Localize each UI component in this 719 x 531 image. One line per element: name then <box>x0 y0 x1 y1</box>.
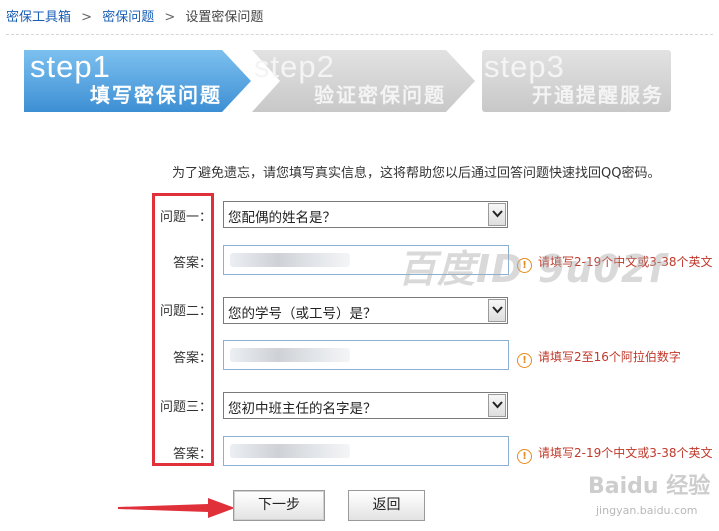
step-3-number: step3 <box>484 49 565 84</box>
step-1-title: 填写密保问题 <box>90 83 222 107</box>
blurred-answer <box>230 348 350 362</box>
question-3-selected-value: 您初中班主任的名字是？ <box>228 401 377 417</box>
question-3-select[interactable]: 您初中班主任的名字是？ <box>223 392 508 419</box>
warning-icon: ! <box>517 449 532 464</box>
back-button[interactable]: 返回 <box>348 490 425 521</box>
answer-2-label: 答案： <box>172 351 212 366</box>
baidu-jingyan-url: jingyan.baidu.com <box>596 504 698 517</box>
watermark: 百度ID 9u02f <box>398 247 666 291</box>
blurred-answer <box>230 444 350 458</box>
answer-1-label: 答案： <box>172 256 212 271</box>
highlight-box <box>152 193 214 466</box>
warning-icon: ! <box>517 353 532 368</box>
blurred-answer <box>230 253 350 267</box>
answer-2-hint-text: 请填写2至16个阿拉伯数字 <box>538 350 681 364</box>
answer-3-input[interactable] <box>223 436 509 466</box>
question-2-label: 问题二： <box>159 304 212 319</box>
step-1: step1 填写密保问题 <box>24 50 252 112</box>
answer-3-hint-text: 请填写2-19个中文或3-38个英文 <box>538 446 713 460</box>
step-2-number: step2 <box>254 49 335 84</box>
breadcrumb-link-toolbox[interactable]: 密保工具箱 <box>6 10 71 25</box>
question-1-label: 问题一： <box>159 210 212 225</box>
breadcrumb-current: 设置密保问题 <box>185 10 264 25</box>
question-2-select[interactable]: 您的学号（或工号）是？ <box>223 297 508 324</box>
answer-3-hint: ! 请填写2-19个中文或3-38个英文 <box>517 444 712 464</box>
baidu-jingyan-logo: Baidu 经验 <box>588 474 711 499</box>
breadcrumb-separator: > <box>164 10 176 25</box>
header-divider <box>6 34 713 35</box>
step-progress: step1 填写密保问题 step2 验证密保问题 step3 开通提醒服务 <box>24 50 684 112</box>
question-1-select[interactable]: 您配偶的姓名是？ <box>223 201 508 228</box>
question-2-selected-value: 您的学号（或工号）是？ <box>228 306 377 322</box>
answer-2-input[interactable] <box>223 340 509 370</box>
red-arrow-annotation <box>118 498 235 518</box>
step-3-title: 开通提醒服务 <box>532 83 664 107</box>
intro-text: 为了避免遗忘，请您填写真实信息，这将帮助您以后通过回答问题快速找回QQ密码。 <box>172 166 661 181</box>
breadcrumb: 密保工具箱 > 密保问题 > 设置密保问题 <box>6 8 263 28</box>
answer-2-hint: ! 请填写2至16个阿拉伯数字 <box>517 348 681 368</box>
breadcrumb-link-questions[interactable]: 密保问题 <box>102 10 154 25</box>
question-1-selected-value: 您配偶的姓名是？ <box>228 210 336 226</box>
next-step-button[interactable]: 下一步 <box>233 490 325 521</box>
answer-3-label: 答案： <box>172 447 212 462</box>
step-2-title: 验证密保问题 <box>314 83 446 107</box>
chevron-down-icon[interactable] <box>488 394 506 417</box>
step-1-number: step1 <box>30 49 111 84</box>
breadcrumb-separator: > <box>81 10 93 25</box>
chevron-down-icon[interactable] <box>488 203 506 226</box>
step-2: step2 验证密保问题 <box>252 50 476 112</box>
question-3-label: 问题三： <box>159 400 212 415</box>
step-3: step3 开通提醒服务 <box>482 50 672 112</box>
chevron-down-icon[interactable] <box>488 299 506 322</box>
